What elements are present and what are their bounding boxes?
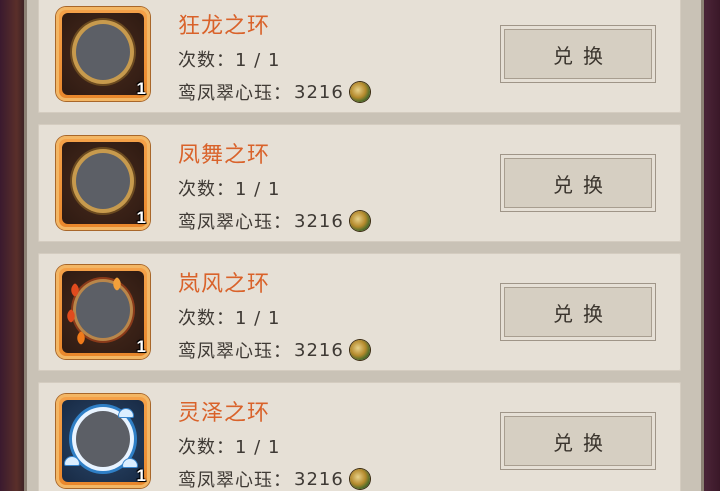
reward-title: 岚风之环 bbox=[178, 272, 271, 297]
times-value: 1 / 1 bbox=[235, 437, 281, 458]
cost-row: 鸾凤翠心珏： 3216 bbox=[178, 466, 370, 491]
cost-value: 3216 bbox=[294, 468, 344, 490]
jade-currency-icon bbox=[349, 211, 370, 231]
exchange-button[interactable]: 兑换 bbox=[500, 412, 656, 470]
cost-label: 鸾凤翠心珏： bbox=[178, 341, 292, 362]
times-label: 次数： bbox=[178, 50, 235, 71]
maple-ring-icon bbox=[62, 271, 144, 353]
item-count: 1 bbox=[136, 79, 146, 98]
cost-label: 鸾凤翠心珏： bbox=[178, 212, 292, 233]
jade-currency-icon bbox=[349, 469, 370, 489]
cost-row: 鸾凤翠心珏： 3216 bbox=[178, 79, 370, 105]
exchange-button-label: 兑换 bbox=[553, 43, 613, 68]
reward-card: 1 岚风之环 次数：1 / 1 鸾凤翠心珏： 3216 兑换 bbox=[38, 253, 681, 371]
item-count: 1 bbox=[136, 337, 146, 356]
ring-gem bbox=[76, 24, 130, 80]
exchange-button-label: 兑换 bbox=[553, 172, 613, 197]
exchange-button[interactable]: 兑换 bbox=[500, 283, 656, 341]
exchange-button[interactable]: 兑换 bbox=[500, 154, 656, 212]
jade-currency-icon bbox=[349, 82, 370, 102]
times-row: 次数：1 / 1 bbox=[178, 433, 280, 459]
times-label: 次数： bbox=[178, 437, 235, 458]
cost-value: 3216 bbox=[294, 81, 344, 103]
item-slot[interactable]: 1 bbox=[56, 265, 150, 359]
phoenix-ring-icon bbox=[62, 142, 144, 224]
exchange-button-label: 兑换 bbox=[553, 430, 613, 455]
ring-gem bbox=[76, 282, 130, 338]
exchange-button[interactable]: 兑换 bbox=[500, 25, 656, 83]
reward-card: 1 凤舞之环 次数：1 / 1 鸾凤翠心珏： 3216 兑换 bbox=[38, 124, 681, 242]
times-row: 次数：1 / 1 bbox=[178, 304, 280, 330]
reward-card: 1 狂龙之环 次数：1 / 1 鸾凤翠心珏： 3216 兑换 bbox=[38, 0, 681, 113]
reward-card: 1 灵泽之环 次数：1 / 1 鸾凤翠心珏： 3216 兑换 bbox=[38, 382, 681, 491]
item-slot[interactable]: 1 bbox=[56, 7, 150, 101]
times-value: 1 / 1 bbox=[235, 308, 281, 329]
ring-gem bbox=[76, 153, 130, 209]
times-row: 次数：1 / 1 bbox=[178, 46, 280, 72]
wave-icon bbox=[64, 456, 80, 466]
cost-value: 3216 bbox=[294, 339, 344, 361]
times-label: 次数： bbox=[178, 308, 235, 329]
dragon-ring-icon bbox=[62, 13, 144, 95]
jade-currency-icon bbox=[349, 340, 370, 360]
reward-title: 凤舞之环 bbox=[178, 143, 271, 168]
times-label: 次数： bbox=[178, 179, 235, 200]
times-row: 次数：1 / 1 bbox=[178, 175, 280, 201]
times-value: 1 / 1 bbox=[235, 179, 281, 200]
item-slot[interactable]: 1 bbox=[56, 136, 150, 230]
wave-ring-icon bbox=[62, 400, 144, 482]
item-count: 1 bbox=[136, 208, 146, 227]
cost-label: 鸾凤翠心珏： bbox=[178, 470, 292, 491]
cost-row: 鸾凤翠心珏： 3216 bbox=[178, 208, 370, 234]
reward-title: 灵泽之环 bbox=[178, 401, 271, 426]
leaf-icon bbox=[73, 330, 89, 346]
wave-icon bbox=[118, 408, 134, 418]
reward-title: 狂龙之环 bbox=[178, 14, 271, 39]
item-count: 1 bbox=[136, 466, 146, 485]
cost-label: 鸾凤翠心珏： bbox=[178, 83, 292, 104]
ring-gem bbox=[76, 411, 130, 467]
exchange-button-label: 兑换 bbox=[553, 301, 613, 326]
times-value: 1 / 1 bbox=[235, 50, 281, 71]
cost-row: 鸾凤翠心珏： 3216 bbox=[178, 337, 370, 363]
item-slot[interactable]: 1 bbox=[56, 394, 150, 488]
cost-value: 3216 bbox=[294, 210, 344, 232]
